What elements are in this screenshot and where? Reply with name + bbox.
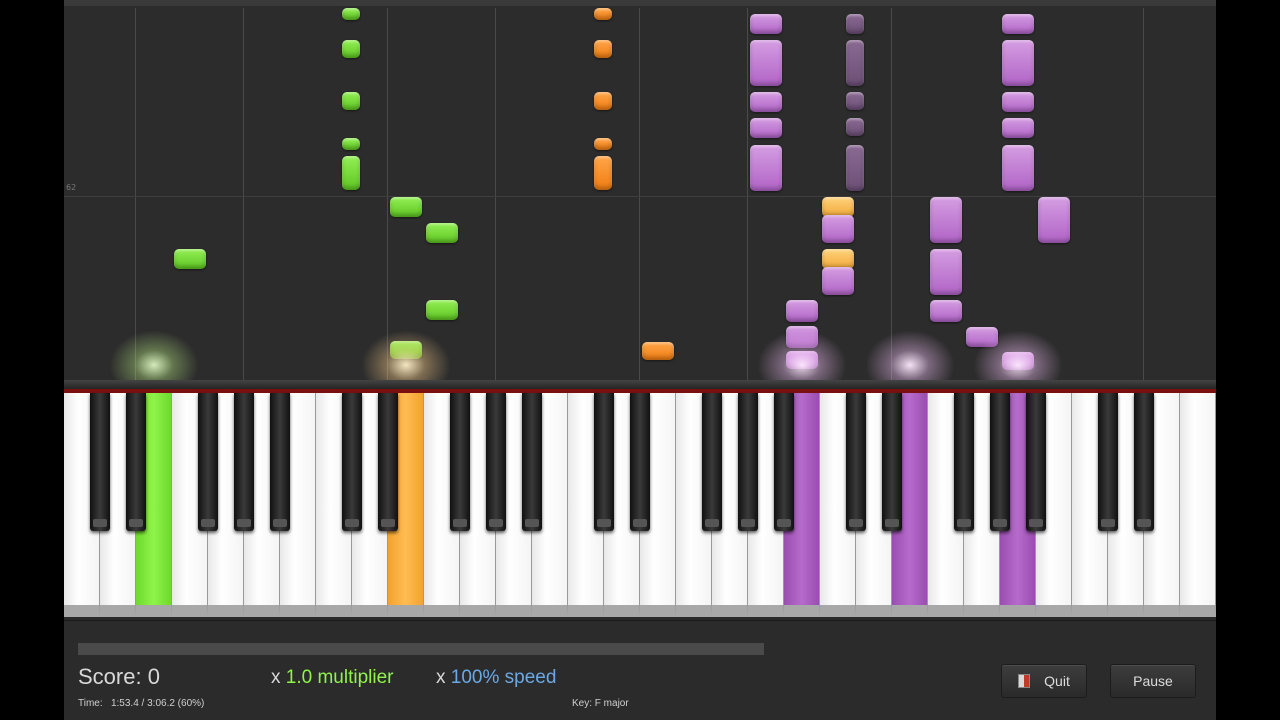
falling-note [822, 249, 854, 269]
falling-note [1002, 14, 1034, 34]
falling-note [750, 40, 782, 86]
black-key[interactable] [342, 393, 362, 531]
black-key[interactable] [1026, 393, 1046, 531]
black-key[interactable] [882, 393, 902, 531]
time-readout: Time: 1:53.4 / 3:06.2 (60%) [78, 698, 205, 709]
multiplier-value: 1.0 [285, 667, 313, 688]
score-label: Score: [78, 664, 142, 689]
falling-note [390, 197, 422, 217]
black-key[interactable] [198, 393, 218, 531]
black-key[interactable] [234, 393, 254, 531]
falling-note [1002, 40, 1034, 86]
octave-gridline [243, 8, 244, 380]
falling-note [1002, 92, 1034, 112]
falling-note [594, 40, 612, 58]
falling-note [342, 40, 360, 58]
falling-note [846, 118, 864, 136]
falling-note [930, 300, 962, 322]
black-key[interactable] [846, 393, 866, 531]
octave-gridline [387, 8, 388, 380]
black-key[interactable] [450, 393, 470, 531]
falling-note [822, 197, 854, 217]
white-key[interactable] [1180, 393, 1216, 617]
falling-note [342, 156, 360, 190]
black-key[interactable] [738, 393, 758, 531]
falling-note [1002, 145, 1034, 191]
note-falls-area: 62 [64, 0, 1216, 400]
black-key[interactable] [1134, 393, 1154, 531]
falling-note [174, 249, 206, 269]
game-stage: 62 Score: 0 x 1.0 multiplier x 100% spee… [64, 0, 1216, 720]
speed-display[interactable]: x 100% speed [436, 667, 556, 689]
black-key[interactable] [774, 393, 794, 531]
falling-note [750, 145, 782, 191]
falling-note [426, 223, 458, 243]
falling-note [342, 8, 360, 20]
measure-number: 62 [66, 183, 77, 192]
black-key[interactable] [630, 393, 650, 531]
black-key[interactable] [954, 393, 974, 531]
black-key[interactable] [594, 393, 614, 531]
octave-gridline [495, 8, 496, 380]
falling-note [846, 40, 864, 86]
falling-note [930, 249, 962, 295]
falling-note [822, 215, 854, 243]
pause-button[interactable]: Pause [1110, 664, 1196, 698]
score-value: 0 [147, 664, 160, 689]
falling-note [750, 14, 782, 34]
black-key[interactable] [1098, 393, 1118, 531]
hud-panel: Score: 0 x 1.0 multiplier x 100% speed T… [64, 620, 1216, 720]
black-key[interactable] [126, 393, 146, 531]
black-key[interactable] [90, 393, 110, 531]
falling-note [594, 138, 612, 150]
exit-door-icon [1018, 674, 1031, 688]
octave-gridline [1143, 8, 1144, 380]
speed-value: 100% [450, 667, 500, 688]
black-key[interactable] [702, 393, 722, 531]
octave-gridline [639, 8, 640, 380]
black-key[interactable] [522, 393, 542, 531]
falls-top-border [64, 0, 1216, 6]
falling-note [786, 300, 818, 322]
multiplier-display: x 1.0 multiplier [271, 667, 394, 689]
falling-note [846, 92, 864, 110]
octave-gridline [135, 8, 136, 380]
octave-gridline [747, 8, 748, 380]
black-key[interactable] [270, 393, 290, 531]
falling-note [822, 267, 854, 295]
falling-note [1002, 118, 1034, 138]
piano-keyboard[interactable] [64, 393, 1216, 617]
falling-note [426, 300, 458, 320]
multiplier-label: multiplier [317, 667, 394, 688]
falling-note [930, 197, 962, 243]
falling-note [750, 118, 782, 138]
falling-note [846, 145, 864, 191]
black-key[interactable] [990, 393, 1010, 531]
black-key[interactable] [378, 393, 398, 531]
quit-button[interactable]: Quit [1001, 664, 1087, 698]
falling-note [342, 138, 360, 150]
speed-prefix: x [436, 667, 446, 688]
pause-label: Pause [1133, 673, 1173, 689]
score-display: Score: 0 [78, 664, 160, 690]
falling-note [594, 8, 612, 20]
falling-note [594, 92, 612, 110]
key-signature: Key: F major [572, 698, 629, 709]
speed-label: speed [504, 667, 557, 688]
falling-note [342, 92, 360, 110]
multiplier-prefix: x [271, 667, 281, 688]
song-progress-bar[interactable] [78, 643, 764, 655]
falling-note [594, 156, 612, 190]
falling-note [846, 14, 864, 34]
black-key[interactable] [486, 393, 506, 531]
falling-note [750, 92, 782, 112]
falling-note [1038, 197, 1070, 243]
falling-note [642, 342, 674, 360]
quit-label: Quit [1044, 673, 1070, 689]
octave-gridline [891, 8, 892, 380]
